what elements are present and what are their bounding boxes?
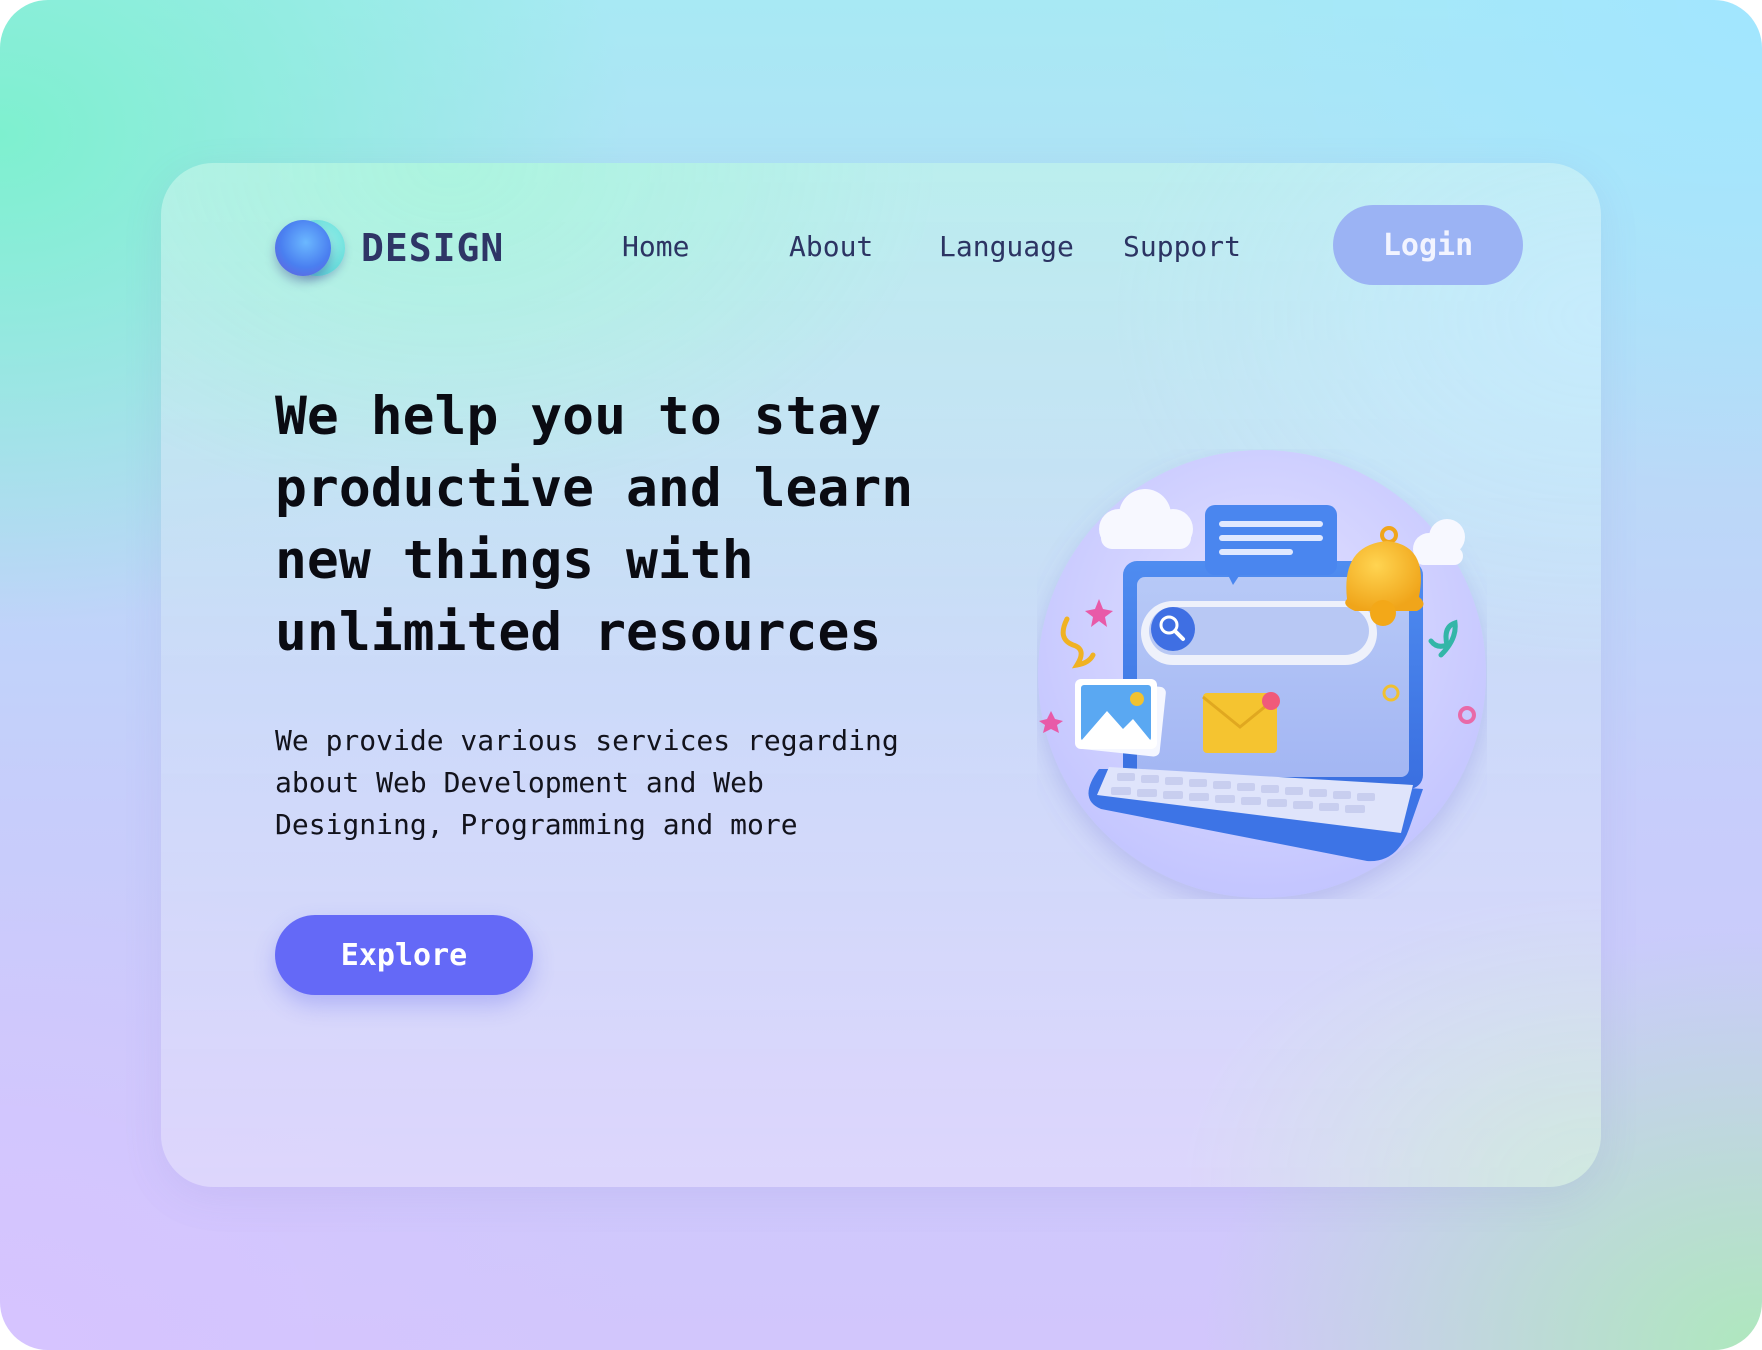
nav-item-support[interactable]: Support xyxy=(1123,227,1241,267)
page-background: DESIGN Home About Language Support Login… xyxy=(0,0,1762,1350)
logo-icon xyxy=(275,217,347,279)
laptop-illustration xyxy=(1037,449,1487,899)
hero-card: DESIGN Home About Language Support Login… xyxy=(161,163,1601,1187)
nav-item-home[interactable]: Home xyxy=(622,227,689,267)
logo[interactable]: DESIGN xyxy=(275,217,504,279)
explore-button[interactable]: Explore xyxy=(275,915,533,995)
nav-item-language[interactable]: Language xyxy=(939,227,1074,267)
login-button[interactable]: Login xyxy=(1333,205,1523,285)
nav-item-about[interactable]: About xyxy=(789,227,873,267)
logo-text: DESIGN xyxy=(361,226,505,270)
hero-title: We help you to stay productive and learn… xyxy=(275,386,914,663)
hero-description: We provide various services regarding ab… xyxy=(275,724,899,841)
